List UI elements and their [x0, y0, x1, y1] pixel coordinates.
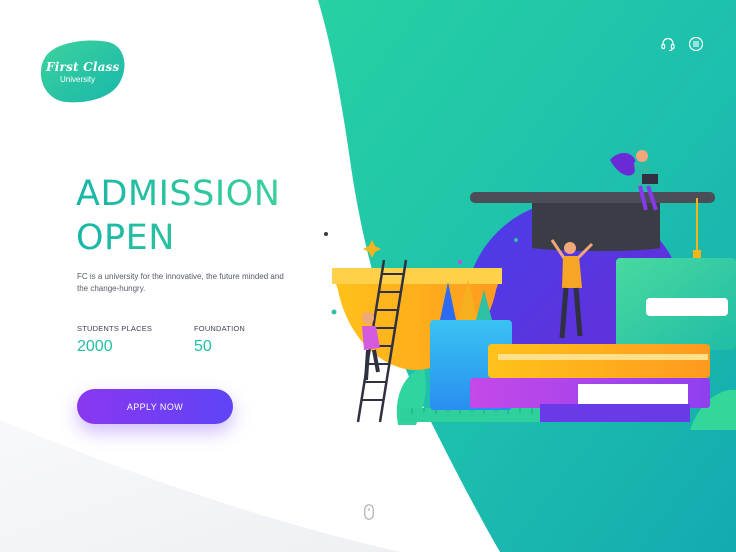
stat-label: STUDENTS PLACES — [77, 324, 153, 333]
hero-illustration — [324, 150, 736, 430]
stat-foundation: FOUNDATION 50 — [194, 324, 245, 356]
stat-value: 50 — [194, 338, 212, 355]
stat-value: 2000 — [77, 338, 113, 355]
brand-subtitle: University — [60, 75, 96, 84]
headset-icon[interactable] — [660, 36, 676, 52]
brand-title: First Class — [46, 60, 120, 74]
headline-line-2: OPEN — [76, 216, 280, 260]
stat-label: FOUNDATION — [194, 324, 246, 333]
stat-students-places: STUDENTS PLACES 2000 — [77, 324, 152, 356]
menu-icon[interactable] — [688, 36, 704, 52]
brand-logo[interactable]: First Class University — [36, 38, 128, 106]
mouse-scroll-icon[interactable] — [364, 504, 374, 520]
page-headline: ADMISSION OPEN — [76, 172, 280, 260]
headline-line-1: ADMISSION — [76, 174, 281, 214]
apply-now-button[interactable]: APPLY NOW — [77, 389, 233, 424]
hero-description: FC is a university for the innovative, t… — [77, 272, 284, 293]
header-actions — [660, 36, 704, 52]
